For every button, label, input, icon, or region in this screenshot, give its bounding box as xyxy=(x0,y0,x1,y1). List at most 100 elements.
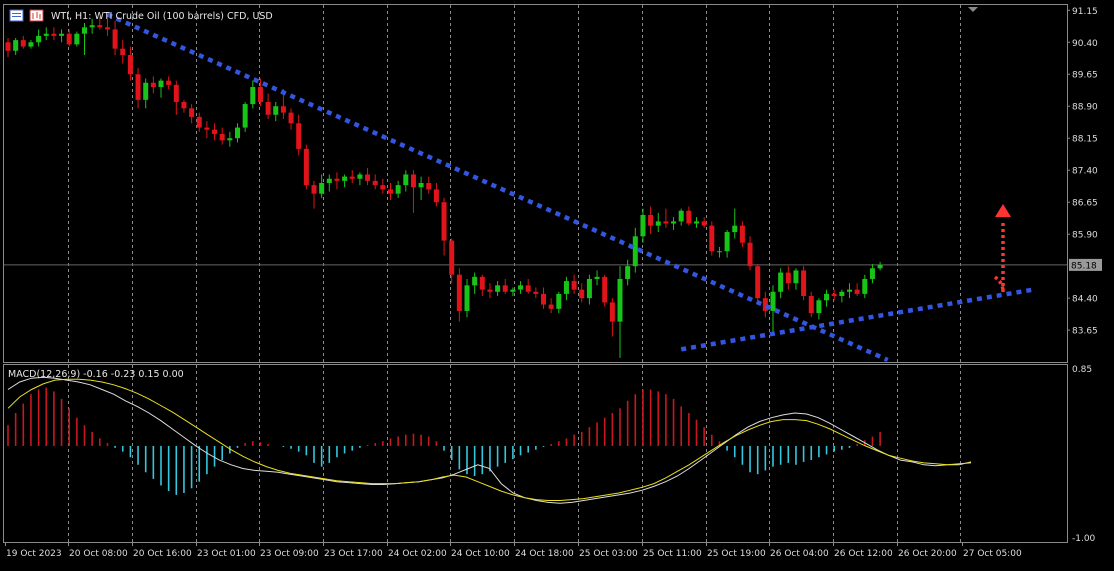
candle-body xyxy=(869,268,875,279)
candle xyxy=(824,289,830,307)
price-tick-label: 86.65 xyxy=(1072,199,1098,209)
candles-series xyxy=(5,16,883,358)
macd-panel-frame xyxy=(3,364,1068,543)
candle-body xyxy=(495,285,501,292)
candle xyxy=(235,123,240,143)
price-tick-label: 91.15 xyxy=(1072,7,1098,17)
candle xyxy=(655,212,661,233)
symbol-title: WTI, H1: WTI Crude Oil (100 barrels) CFD… xyxy=(51,11,273,22)
candle-body xyxy=(479,276,485,290)
candle-body xyxy=(739,225,745,243)
candle-body xyxy=(579,289,585,299)
candle-body xyxy=(648,214,654,226)
chart-type-icon[interactable] xyxy=(29,9,44,22)
candle-body xyxy=(150,82,156,88)
candle-body xyxy=(181,101,187,109)
candle-body xyxy=(533,291,539,294)
candle-body xyxy=(372,180,378,186)
trading-chart-window[interactable]: 91.15 90.40 89.65 88.90 88.15 87.40 86.65 85.90… xyxy=(0,0,1114,567)
candle-body xyxy=(66,33,72,45)
candle-body xyxy=(548,304,554,309)
candle-body xyxy=(518,285,524,290)
candle-body xyxy=(204,127,210,130)
candle-body xyxy=(59,33,65,36)
candle xyxy=(441,197,447,256)
candle-body xyxy=(273,106,279,115)
candle xyxy=(839,289,845,303)
candle xyxy=(227,131,233,147)
candle-body xyxy=(793,270,799,284)
price-tick-label: 84.40 xyxy=(1072,295,1098,305)
candle-body xyxy=(89,25,95,28)
price-tick-label: 90.40 xyxy=(1072,39,1098,49)
candle xyxy=(349,170,355,183)
candle xyxy=(456,268,462,322)
candle-body xyxy=(342,176,348,181)
candle xyxy=(166,76,172,90)
candle xyxy=(158,78,164,98)
candle-body xyxy=(854,289,860,294)
candle xyxy=(288,108,294,130)
candle xyxy=(487,283,493,299)
trendline[interactable] xyxy=(106,12,889,363)
candle xyxy=(74,31,80,47)
candle xyxy=(181,99,187,113)
candle xyxy=(518,281,524,294)
candle xyxy=(303,144,309,190)
candle-body xyxy=(594,276,600,279)
candle-body xyxy=(510,289,516,292)
candle xyxy=(678,208,684,226)
trendline[interactable] xyxy=(680,287,1034,352)
time-tick-label: 20 Oct 08:00 xyxy=(69,549,128,559)
time-tick-label: 27 Oct 05:00 xyxy=(963,549,1022,559)
candle-body xyxy=(104,27,110,30)
candle xyxy=(502,278,508,294)
candle xyxy=(663,208,669,228)
candle-body xyxy=(586,278,592,299)
macd-series xyxy=(7,376,972,504)
candle xyxy=(135,67,141,109)
macd-tick-label: -1.00 xyxy=(1072,534,1096,544)
candle-body xyxy=(839,291,845,297)
candle xyxy=(671,217,677,230)
candle-body xyxy=(640,214,646,237)
candle xyxy=(739,221,745,247)
candle xyxy=(36,29,42,47)
candle-body xyxy=(617,278,623,322)
candle xyxy=(785,266,791,290)
candle-body xyxy=(43,33,49,36)
candle-body xyxy=(655,221,661,226)
candle-body xyxy=(250,87,256,105)
candle-body xyxy=(365,174,371,181)
candle xyxy=(732,208,738,239)
candle xyxy=(418,176,424,201)
candle-body xyxy=(709,225,715,252)
candle-body xyxy=(456,274,462,311)
candle-body xyxy=(403,174,409,186)
time-tick-label: 23 Oct 09:00 xyxy=(260,549,319,559)
candle-body xyxy=(694,221,699,224)
candle-body xyxy=(716,251,722,253)
candle-body xyxy=(28,42,34,47)
candle xyxy=(433,183,439,207)
candle xyxy=(173,80,179,115)
candle-body xyxy=(831,293,837,297)
candle xyxy=(831,289,837,301)
candle-body xyxy=(189,108,195,117)
candle-body xyxy=(303,148,309,186)
candle-body xyxy=(227,138,233,141)
arrow-up-icon xyxy=(995,204,1011,217)
trendlines[interactable] xyxy=(106,12,1034,363)
chart-canvas[interactable]: 91.15 90.40 89.65 88.90 88.15 87.40 86.65 85.90… xyxy=(0,0,1114,567)
candle-body xyxy=(36,35,42,43)
scroll-marker-icon[interactable] xyxy=(968,7,978,12)
candle-body xyxy=(625,266,631,279)
chart-menu-icon[interactable] xyxy=(9,9,24,22)
candle xyxy=(120,40,126,64)
candle xyxy=(380,178,386,194)
candle xyxy=(594,270,600,286)
candle xyxy=(640,208,646,243)
time-tick-label: 25 Oct 19:00 xyxy=(707,549,766,559)
candle-body xyxy=(5,42,11,51)
candle xyxy=(472,272,478,294)
